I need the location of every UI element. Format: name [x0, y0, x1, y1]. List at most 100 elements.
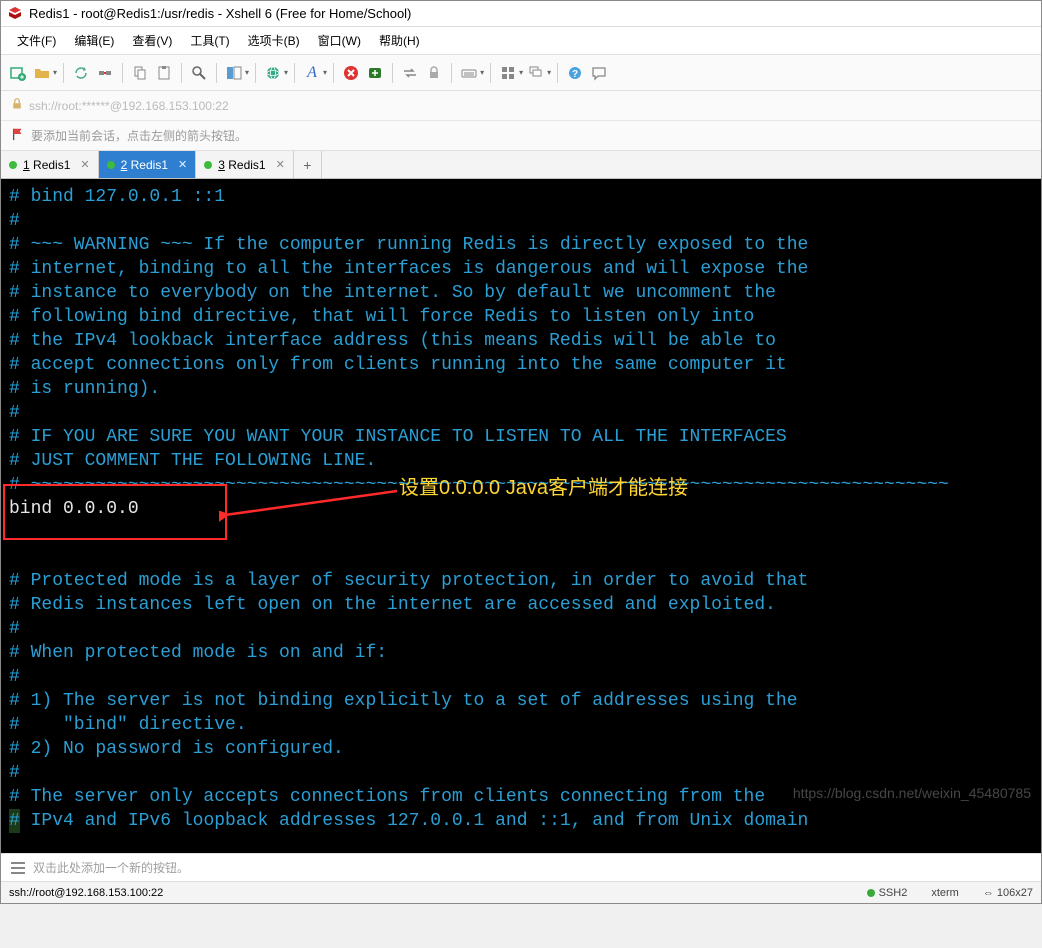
menu-tools[interactable]: 工具(T): [182, 29, 237, 52]
sessions-panel-icon[interactable]: [223, 62, 245, 84]
terminal-line: #: [9, 619, 20, 639]
tab-number: 3: [218, 158, 225, 172]
annotation-text: 设置0.0.0.0 Java客户端才能连接: [399, 476, 688, 500]
app-window: Redis1 - root@Redis1:/usr/redis - Xshell…: [0, 0, 1042, 904]
tab-redis1-1[interactable]: 1 Redis1 ✕: [1, 151, 99, 178]
terminal-line: # 2) No password is configured.: [9, 739, 344, 759]
separator: [557, 63, 558, 83]
annotation-box: [3, 484, 227, 540]
separator: [181, 63, 182, 83]
watermark: https://blog.csdn.net/weixin_45480785: [793, 781, 1031, 805]
paste-icon[interactable]: [153, 62, 175, 84]
status-dot-icon: [107, 161, 115, 169]
terminal-cursor: #: [9, 809, 20, 833]
quick-button-hint: 双击此处添加一个新的按钮。: [33, 859, 189, 876]
dropdown-caret-icon[interactable]: ▾: [519, 68, 523, 77]
dropdown-caret-icon[interactable]: ▾: [53, 68, 57, 77]
close-icon[interactable]: ✕: [276, 158, 285, 171]
globe-icon[interactable]: [262, 62, 284, 84]
menu-edit[interactable]: 编辑(E): [66, 29, 122, 52]
status-dot-icon: [204, 161, 212, 169]
terminal-line: # instance to everybody on the internet.…: [9, 283, 776, 303]
terminal-line: #: [9, 667, 20, 687]
hamburger-icon[interactable]: [11, 862, 25, 874]
tab-redis1-3[interactable]: 3 Redis1 ✕: [196, 151, 294, 178]
separator: [294, 63, 295, 83]
address-text: ssh://root:******@192.168.153.100:22: [29, 99, 229, 113]
xftp-icon[interactable]: [364, 62, 386, 84]
cascade-icon[interactable]: [525, 62, 547, 84]
terminal-line: # the IPv4 lookback interface address (t…: [9, 331, 776, 351]
terminal-line: # ~~~ WARNING ~~~ If the computer runnin…: [9, 235, 808, 255]
terminal-line: #: [9, 211, 20, 231]
separator: [255, 63, 256, 83]
terminal-line: #: [9, 403, 20, 423]
toolbar: ▾ ▾ ▾ A ▾ ▾ ▾ ▾ ?: [1, 55, 1041, 91]
terminal-line: # Protected mode is a layer of security …: [9, 571, 808, 591]
dropdown-caret-icon[interactable]: ▾: [480, 68, 484, 77]
annotation-arrow-icon: [219, 477, 419, 537]
status-size: ⇔ 106x27: [983, 887, 1033, 899]
keyboard-icon[interactable]: [458, 62, 480, 84]
dropdown-caret-icon[interactable]: ▾: [245, 68, 249, 77]
separator: [333, 63, 334, 83]
copy-icon[interactable]: [129, 62, 151, 84]
lock-icon: [11, 98, 23, 113]
terminal-line: # Redis instances left open on the inter…: [9, 595, 776, 615]
terminal-line: # When protected mode is on and if:: [9, 643, 387, 663]
terminal-line: # 1) The server is not binding explicitl…: [9, 691, 798, 711]
dropdown-caret-icon[interactable]: ▾: [284, 68, 288, 77]
terminal-line: #: [9, 763, 20, 783]
separator: [392, 63, 393, 83]
font-icon[interactable]: A: [301, 62, 323, 84]
address-bar[interactable]: ssh://root:******@192.168.153.100:22: [1, 91, 1041, 121]
new-tab-button[interactable]: +: [294, 151, 322, 178]
quick-button-bar[interactable]: 双击此处添加一个新的按钮。: [1, 853, 1041, 881]
status-connection: ssh://root@192.168.153.100:22: [9, 887, 163, 899]
tab-redis1-2[interactable]: 2 Redis1 ✕: [99, 151, 197, 178]
close-icon[interactable]: ✕: [178, 158, 187, 171]
lock-icon[interactable]: [423, 62, 445, 84]
menubar: 文件(F) 编辑(E) 查看(V) 工具(T) 选项卡(B) 窗口(W) 帮助(…: [1, 27, 1041, 55]
new-session-icon[interactable]: [7, 62, 29, 84]
app-icon: [7, 6, 23, 22]
terminal-line: # bind 127.0.0.1 ::1: [9, 187, 225, 207]
terminal[interactable]: # bind 127.0.0.1 ::1 # # ~~~ WARNING ~~~…: [1, 179, 1041, 853]
menu-window[interactable]: 窗口(W): [310, 29, 369, 52]
terminal-line: # JUST COMMENT THE FOLLOWING LINE.: [9, 451, 376, 471]
menu-help[interactable]: 帮助(H): [371, 29, 428, 52]
tab-label: Redis1: [131, 158, 168, 172]
menu-tabs[interactable]: 选项卡(B): [240, 29, 308, 52]
titlebar: Redis1 - root@Redis1:/usr/redis - Xshell…: [1, 1, 1041, 27]
menu-view[interactable]: 查看(V): [124, 29, 180, 52]
status-bar: ssh://root@192.168.153.100:22 SSH2 xterm…: [1, 881, 1041, 903]
terminal-line: # internet, binding to all the interface…: [9, 259, 808, 279]
separator: [490, 63, 491, 83]
disconnect-icon[interactable]: [94, 62, 116, 84]
close-icon[interactable]: ✕: [80, 158, 89, 171]
tab-strip: 1 Redis1 ✕ 2 Redis1 ✕ 3 Redis1 ✕ +: [1, 151, 1041, 179]
menu-file[interactable]: 文件(F): [9, 29, 64, 52]
chat-icon[interactable]: [588, 62, 610, 84]
tile-icon[interactable]: [497, 62, 519, 84]
transfer-icon[interactable]: [399, 62, 421, 84]
xagent-icon[interactable]: [340, 62, 362, 84]
search-icon[interactable]: [188, 62, 210, 84]
window-title: Redis1 - root@Redis1:/usr/redis - Xshell…: [29, 6, 411, 21]
tab-label: Redis1: [33, 158, 70, 172]
terminal-line: # The server only accepts connections fr…: [9, 787, 765, 807]
hint-text: 要添加当前会话，点击左侧的箭头按钮。: [31, 127, 247, 144]
status-dot-icon: [9, 161, 17, 169]
tab-number: 2: [121, 158, 128, 172]
dropdown-caret-icon[interactable]: ▾: [547, 68, 551, 77]
terminal-line: # accept connections only from clients r…: [9, 355, 787, 375]
separator: [63, 63, 64, 83]
reconnect-icon[interactable]: [70, 62, 92, 84]
hint-bar: 要添加当前会话，点击左侧的箭头按钮。: [1, 121, 1041, 151]
terminal-line: # IF YOU ARE SURE YOU WANT YOUR INSTANCE…: [9, 427, 787, 447]
open-session-icon[interactable]: [31, 62, 53, 84]
dropdown-caret-icon[interactable]: ▾: [323, 68, 327, 77]
help-icon[interactable]: ?: [564, 62, 586, 84]
terminal-line: # is running).: [9, 379, 160, 399]
separator: [216, 63, 217, 83]
